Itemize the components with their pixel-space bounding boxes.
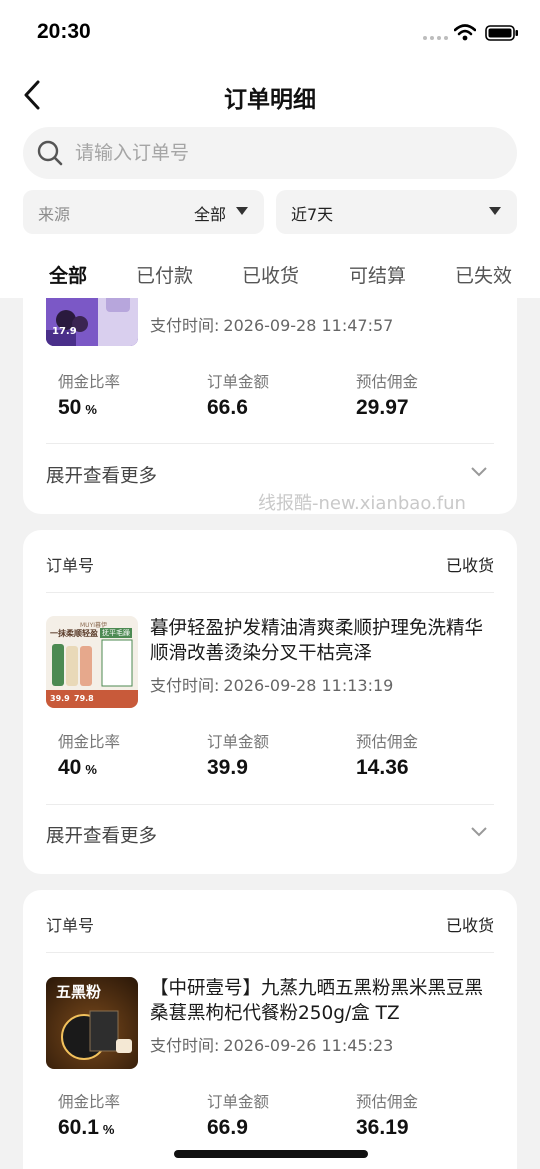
pay-time-value: 2026-09-28 11:13:19 (223, 676, 394, 695)
commission-rate-value: 40% (58, 756, 120, 780)
expand-more-button[interactable]: 展开查看更多 (46, 462, 494, 492)
tab-settleable[interactable]: 可结算 (349, 261, 406, 288)
commission-rate: 佣金比率 40% (58, 730, 120, 780)
order-amount: 订单金额 66.6 (207, 370, 269, 420)
search-icon (37, 140, 63, 166)
order-number-row: 订单号 已收货 (46, 552, 494, 576)
commission-rate-label: 佣金比率 (58, 373, 121, 391)
page-title: 订单明细 (224, 87, 316, 113)
pay-time-label: 支付时间: (150, 676, 220, 695)
order-card[interactable]: 订单号 已收货 MUYI暮伊 一抹柔顺轻盈 抚平毛躁 39.9 79.8 暮伊轻… (23, 530, 517, 874)
rate-number: 40 (58, 756, 82, 779)
estimated-commission-label: 预估佣金 (356, 1093, 419, 1111)
wifi-icon (454, 24, 476, 41)
tab-received[interactable]: 已收货 (242, 261, 299, 288)
pay-time-value: 2026-09-26 11:45:23 (223, 1036, 394, 1055)
product-title[interactable]: 【中研壹号】九蒸九晒五黑粉黑米黑豆黑桑葚黑枸杞代餐粉250g/盒 TZ (150, 976, 497, 1026)
order-amount: 订单金额 39.9 (207, 730, 269, 780)
commission-rate-label: 佣金比率 (58, 733, 121, 751)
rate-number: 60.1 (58, 1116, 99, 1139)
order-amount-label: 订单金额 (207, 733, 270, 751)
pay-time: 支付时间: 2026-09-28 11:13:19 (150, 672, 393, 696)
period-filter[interactable]: 近7天 (276, 190, 517, 234)
product-thumbnail: 五黑粉 (46, 977, 138, 1069)
order-amount: 订单金额 66.9 (207, 1090, 269, 1140)
estimated-commission-value: 14.36 (356, 756, 409, 779)
pay-time-label: 支付时间: (150, 1036, 220, 1055)
order-number-row: 订单号 已收货 (46, 912, 494, 936)
nav-bar: 订单明细 (0, 66, 540, 126)
period-filter-value: 近7天 (291, 205, 334, 224)
rate-unit: % (85, 762, 97, 777)
chevron-down-icon (471, 827, 487, 837)
expand-more-label: 展开查看更多 (46, 826, 158, 847)
watermark: 线报酷-new.xianbao.fun (258, 493, 466, 514)
product-thumbnail: MUYI暮伊 一抹柔顺轻盈 抚平毛躁 39.9 79.8 (46, 616, 138, 708)
tab-invalid[interactable]: 已失效 (455, 261, 512, 288)
pay-time-label: 支付时间: (150, 316, 220, 335)
estimated-commission-label: 预估佣金 (356, 733, 419, 751)
rate-number: 50 (58, 396, 82, 419)
estimated-commission-value: 29.97 (356, 396, 409, 419)
commission-rate-value: 50% (58, 396, 120, 420)
caret-down-icon (489, 207, 501, 215)
estimated-commission: 预估佣金 14.36 (356, 730, 418, 780)
search-input[interactable] (75, 127, 495, 179)
pay-time: 支付时间: 2026-09-26 11:45:23 (150, 1032, 393, 1056)
divider (46, 443, 494, 444)
signal-icon (423, 36, 448, 40)
order-status: 已收货 (445, 916, 494, 935)
expand-more-label: 展开查看更多 (46, 466, 158, 487)
battery-icon (485, 25, 518, 41)
rate-unit: % (85, 402, 97, 417)
source-filter-label: 来源 (38, 205, 71, 224)
thumb-price-1: 39.9 (50, 694, 70, 703)
commission-rate-label: 佣金比率 (58, 1093, 121, 1111)
commission-rate-value: 60.1% (58, 1116, 120, 1140)
commission-rate: 佣金比率 60.1% (58, 1090, 120, 1140)
order-status: 已收货 (445, 556, 494, 575)
divider (46, 952, 494, 953)
thumb-price-2: 79.8 (74, 694, 94, 703)
estimated-commission-value: 36.19 (356, 1116, 409, 1139)
estimated-commission-label: 预估佣金 (356, 373, 419, 391)
status-bar: 20:30 (0, 0, 540, 66)
order-amount-value: 66.9 (207, 1116, 248, 1139)
estimated-commission: 预估佣金 36.19 (356, 1090, 418, 1140)
home-indicator (174, 1150, 368, 1158)
commission-rate: 佣金比率 50% (58, 370, 120, 420)
order-card[interactable]: 订单号 已收货 五黑粉 【中研壹号】九蒸九晒五黑粉黑米黑豆黑桑葚黑枸杞代餐粉25… (23, 890, 517, 1169)
tab-paid[interactable]: 已付款 (136, 261, 193, 288)
expand-more-button[interactable]: 展开查看更多 (46, 822, 494, 852)
order-amount-value: 39.9 (207, 756, 248, 779)
search-bar[interactable] (23, 127, 517, 179)
order-amount-label: 订单金额 (207, 1093, 270, 1111)
pay-time: 支付时间: 2026-09-28 11:47:57 (150, 312, 393, 336)
header: 20:30 订单明细 来源 全部 近7天 全部 (0, 0, 540, 298)
rate-unit: % (102, 1122, 115, 1137)
order-number-label: 订单号 (46, 556, 95, 575)
order-amount-label: 订单金额 (207, 373, 270, 391)
source-filter[interactable]: 来源 全部 (23, 190, 264, 234)
divider (46, 592, 494, 593)
status-tabs: 全部 已付款 已收货 可结算 已失效 (0, 250, 540, 298)
tab-all[interactable]: 全部 (49, 261, 87, 288)
order-number-label: 订单号 (46, 916, 95, 935)
product-title[interactable]: 暮伊轻盈护发精油清爽柔顺护理免洗精华顺滑改善烫染分叉干枯亮泽 (150, 616, 497, 666)
caret-down-icon (236, 207, 248, 215)
thumb-price: 17.9 (52, 326, 77, 337)
order-amount-value: 66.6 (207, 396, 248, 419)
estimated-commission: 预估佣金 29.97 (356, 370, 418, 420)
source-filter-value: 全部 (193, 205, 226, 224)
status-time: 20:30 (37, 20, 91, 43)
pay-time-value: 2026-09-28 11:47:57 (223, 316, 394, 335)
chevron-down-icon (471, 467, 487, 477)
divider (46, 804, 494, 805)
